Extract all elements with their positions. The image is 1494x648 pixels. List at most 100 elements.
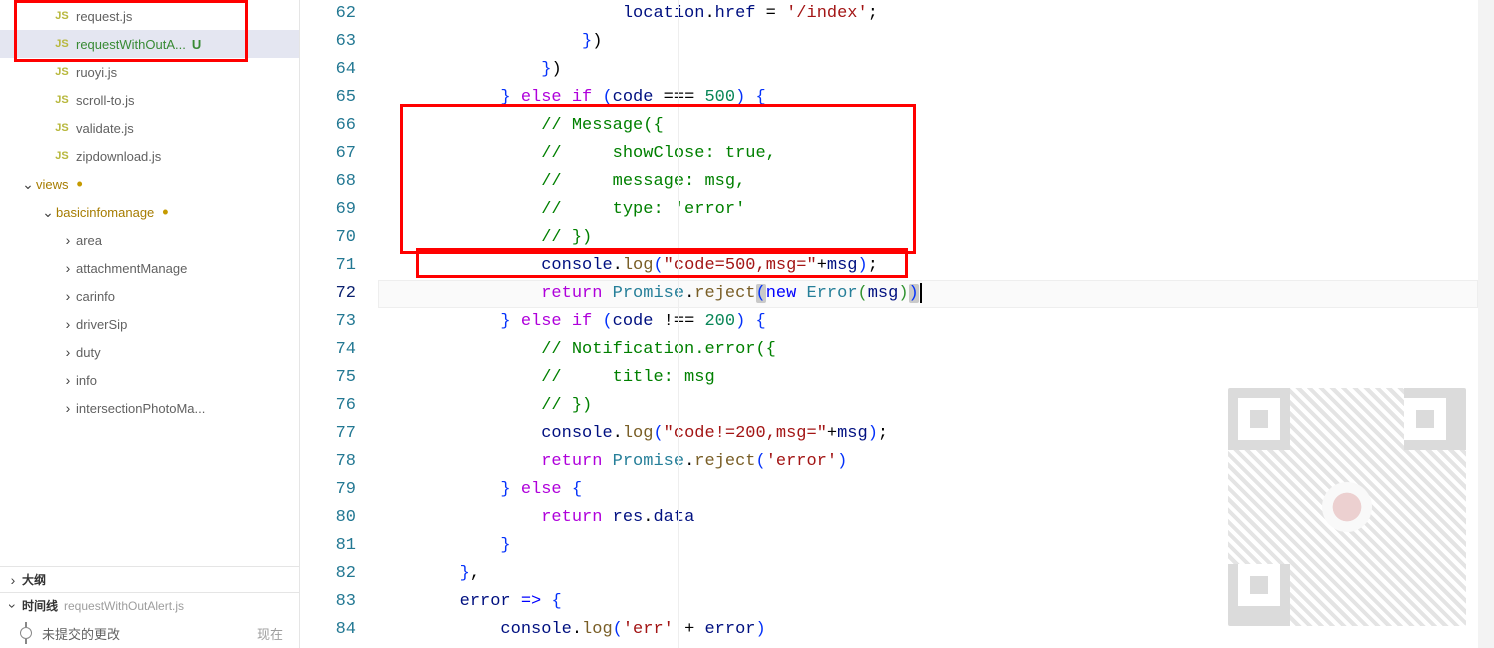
token-brkt: (: [653, 256, 663, 275]
token-brkt: }: [500, 312, 510, 331]
code-line[interactable]: } else if (code !== 200) {: [378, 308, 1478, 336]
line-number: 83: [300, 588, 356, 616]
code-line[interactable]: console.log("code=500,msg="+msg);: [378, 252, 1478, 280]
tree-item-ruoyi-js[interactable]: JS ruoyi.js: [0, 58, 299, 86]
token-str: 'error': [766, 452, 837, 471]
token-brkt: }: [460, 564, 470, 583]
chevron-right-icon: ›: [60, 260, 76, 276]
token-brkt: {: [756, 312, 766, 331]
line-number: 63: [300, 28, 356, 56]
token-brkt: {: [572, 480, 582, 499]
token-id: console: [541, 424, 612, 443]
token-cmt: // }): [541, 228, 592, 247]
code-line[interactable]: }): [378, 56, 1478, 84]
text-cursor: [920, 283, 922, 303]
code-line[interactable]: // type: 'error': [378, 196, 1478, 224]
token-str: "code=500,msg=": [664, 256, 817, 275]
folder-label: info: [76, 373, 97, 388]
token-punc: .: [613, 424, 623, 443]
tree-item-driversip[interactable]: ›driverSip: [0, 310, 299, 338]
file-label: validate.js: [76, 121, 134, 136]
file-tree[interactable]: JSrequest.jsJSrequestWithOutA...U JS ruoyi…: [0, 0, 299, 566]
token-punc: ;: [868, 4, 878, 23]
code-line[interactable]: // }): [378, 224, 1478, 252]
token-brkt: (: [613, 620, 623, 639]
token-brkt2: (: [858, 284, 868, 303]
token-punc: [562, 312, 572, 331]
tree-item-intersectionphotoma-[interactable]: ›intersectionPhotoMa...: [0, 394, 299, 422]
tree-item-validate-js[interactable]: JSvalidate.js: [0, 114, 299, 142]
line-number: 67: [300, 140, 356, 168]
token-cmt: // showClose: true,: [541, 144, 776, 163]
chevron-right-icon: ›: [60, 344, 76, 360]
folder-label: views: [36, 177, 69, 192]
tree-item-carinfo[interactable]: ›carinfo: [0, 282, 299, 310]
code-line[interactable]: return Promise.reject(new Error(msg)): [378, 280, 1478, 308]
tree-item-attachmentmanage[interactable]: ›attachmentManage: [0, 254, 299, 282]
code-line[interactable]: }): [378, 28, 1478, 56]
git-untracked-badge: U: [192, 37, 201, 52]
token-kw: new: [766, 284, 797, 303]
token-id: data: [653, 508, 694, 527]
file-label: request.js: [76, 9, 132, 24]
file-label: ruoyi.js: [76, 65, 117, 80]
code-line[interactable]: location.href = '/index';: [378, 0, 1478, 28]
token-brkt: (: [602, 312, 612, 331]
timeline-entry[interactable]: 未提交的更改 现在: [0, 618, 299, 648]
tree-item-views[interactable]: ⌄views•: [0, 170, 299, 198]
token-punc: .: [684, 284, 694, 303]
token-cmt: // message: msg,: [541, 172, 745, 191]
tree-item-scroll-to-js[interactable]: JSscroll-to.js: [0, 86, 299, 114]
js-file-icon: JS: [52, 66, 72, 78]
tree-item-basicinfomanage[interactable]: ⌄basicinfomanage•: [0, 198, 299, 226]
timeline-title: 时间线: [22, 597, 58, 614]
timeline-commit-text: 未提交的更改: [42, 624, 120, 643]
token-brkt: (: [602, 88, 612, 107]
line-number-gutter: 6263646566676869707172737475767778798081…: [300, 0, 378, 648]
token-cmt: // Message({: [541, 116, 663, 135]
line-number: 64: [300, 56, 356, 84]
minimap[interactable]: [1478, 0, 1494, 648]
code-line[interactable]: } else if (code === 500) {: [378, 84, 1478, 112]
file-label: zipdownload.js: [76, 149, 161, 164]
line-number: 66: [300, 112, 356, 140]
token-num: 500: [704, 88, 735, 107]
token-fn: log: [623, 256, 654, 275]
sidebar: JSrequest.jsJSrequestWithOutA...U JS ruoyi…: [0, 0, 300, 648]
token-str: '/index': [786, 4, 868, 23]
token-brkt: }: [582, 32, 592, 51]
line-number: 71: [300, 252, 356, 280]
line-number: 82: [300, 560, 356, 588]
code-line[interactable]: // message: msg,: [378, 168, 1478, 196]
token-punc: [562, 480, 572, 499]
token-brkt: }: [541, 60, 551, 79]
token-punc: [511, 88, 521, 107]
line-number: 74: [300, 336, 356, 364]
token-punc: [592, 88, 602, 107]
line-number: 80: [300, 504, 356, 532]
tree-item-area[interactable]: ›area: [0, 226, 299, 254]
tree-item-request-js[interactable]: JSrequest.js: [0, 2, 299, 30]
code-line[interactable]: // Message({: [378, 112, 1478, 140]
tree-item-duty[interactable]: ›duty: [0, 338, 299, 366]
timeline-section-header[interactable]: › 时间线 requestWithOutAlert.js: [0, 592, 299, 618]
token-kw2: if: [572, 88, 592, 107]
tree-item-requestwithouta-[interactable]: JSrequestWithOutA...U: [0, 30, 299, 58]
token-brkt: ): [756, 620, 766, 639]
line-number: 72: [300, 280, 356, 308]
token-punc: .: [643, 508, 653, 527]
outline-section-header[interactable]: › 大纲: [0, 566, 299, 592]
token-fn: log: [582, 620, 613, 639]
tree-item-info[interactable]: ›info: [0, 366, 299, 394]
token-punc: =: [755, 4, 786, 23]
token-brkt-h: ): [909, 284, 919, 303]
token-brkt: {: [756, 88, 766, 107]
tree-item-zipdownload-js[interactable]: JSzipdownload.js: [0, 142, 299, 170]
code-line[interactable]: // showClose: true,: [378, 140, 1478, 168]
folder-label: area: [76, 233, 102, 248]
line-number: 76: [300, 392, 356, 420]
token-brkt: ): [735, 88, 745, 107]
token-brkt: ): [858, 256, 868, 275]
code-line[interactable]: // Notification.error({: [378, 336, 1478, 364]
token-id: error: [460, 592, 511, 611]
